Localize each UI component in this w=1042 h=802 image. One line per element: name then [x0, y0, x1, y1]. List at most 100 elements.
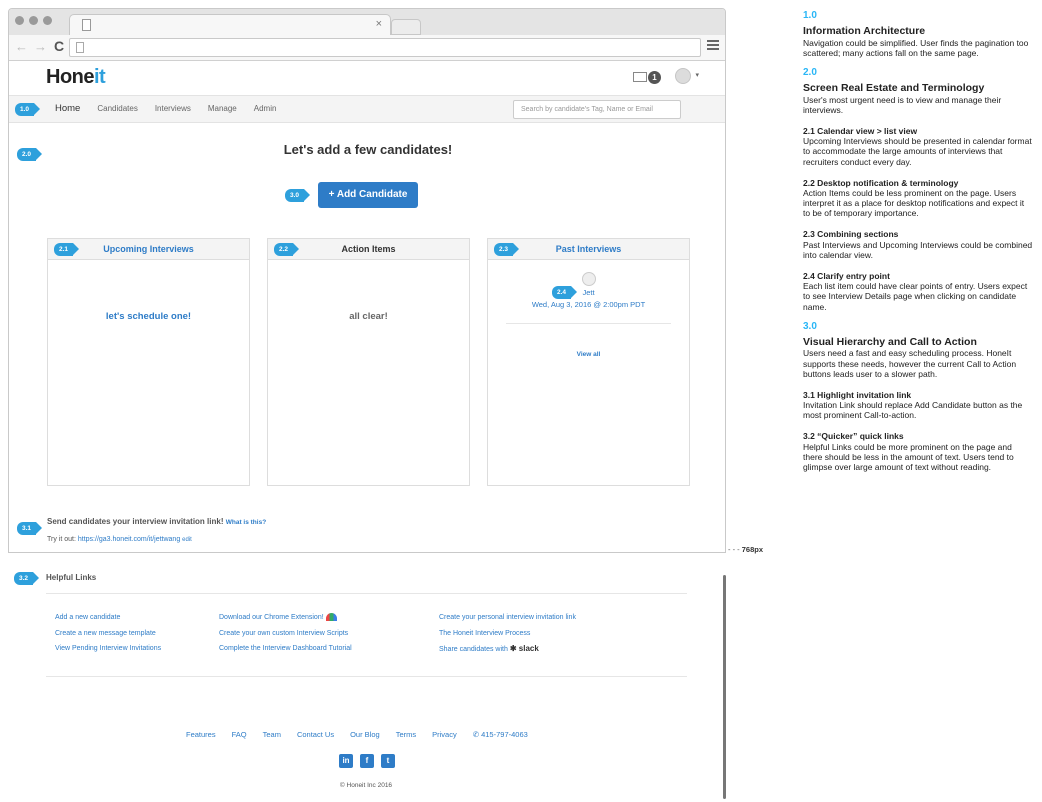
close-tab-icon[interactable]: × — [376, 18, 382, 30]
mail-count-badge: 1 — [648, 71, 661, 84]
helpful-link[interactable]: Create your personal interview invitatio… — [439, 610, 576, 626]
what-is-this-link[interactable]: What is this? — [226, 519, 266, 526]
annotation-badge-2-2: 2.2 — [274, 243, 299, 256]
helpful-link[interactable]: Download our Chrome Extension! — [219, 610, 352, 626]
share-text: Share candidates with — [439, 646, 508, 653]
upcoming-interviews-card: Upcoming Interviews let's schedule one! … — [47, 238, 250, 486]
minimize-window-dot[interactable] — [29, 16, 38, 25]
helpful-links-title: Helpful Links — [46, 573, 97, 582]
helpful-link[interactable]: Create a new message template — [55, 626, 161, 642]
twitter-icon[interactable]: t — [381, 754, 395, 768]
back-icon[interactable]: ← — [15, 39, 28, 54]
schedule-link[interactable]: let's schedule one! — [48, 311, 249, 322]
annotation-badge-2-1: 2.1 — [54, 243, 79, 256]
helpful-link[interactable]: Share candidates with ✱ slack — [439, 641, 576, 658]
edit-link[interactable]: edit — [182, 537, 192, 543]
window-controls — [15, 16, 52, 25]
nav-home[interactable]: Home — [55, 103, 80, 114]
slack-logo: ✱ slack — [509, 644, 539, 653]
linkedin-icon[interactable]: in — [339, 754, 353, 768]
note-body: Each list item could have clear points o… — [803, 281, 1028, 312]
invitation-link-row: Try it out: https://ga3.honeit.com/it/je… — [47, 536, 192, 543]
note-body: Invitation Link should replace Add Candi… — [803, 400, 1023, 421]
address-bar-row: ← → C — [9, 35, 725, 61]
interview-datetime[interactable]: Wed, Aug 3, 2016 @ 2:00pm PDT — [488, 300, 689, 309]
chevron-down-icon[interactable]: ▾ — [695, 71, 699, 79]
note-body: Users need a fast and easy scheduling pr… — [803, 348, 1017, 379]
annotation-badge-3-0: 3.0 — [285, 189, 310, 202]
invitation-link[interactable]: https://ga3.honeit.com/it/jettwang — [78, 536, 180, 543]
fold-marker: - - - 768px — [728, 545, 764, 554]
candidate-name-link[interactable]: Jett — [488, 288, 689, 297]
candidate-avatar[interactable] — [581, 272, 596, 286]
phone-number: 415-797-4063 — [481, 730, 528, 739]
note-number: 1.0 — [803, 10, 817, 21]
close-window-dot[interactable] — [15, 16, 24, 25]
footer-link-features[interactable]: Features — [186, 730, 216, 739]
note-title: Screen Real Estate and Terminology — [803, 81, 985, 94]
tab-bar: × — [9, 9, 725, 36]
helpful-link[interactable]: The Honeit Interview Process — [439, 626, 576, 642]
divider — [46, 676, 687, 677]
fold-label: 768px — [741, 545, 764, 554]
note-body: User's most urgent need is to view and m… — [803, 94, 1002, 115]
note-body: Action Items could be less prominent on … — [803, 187, 1025, 219]
honeit-logo[interactable]: Honeit — [46, 66, 106, 89]
note-subtitle: 2.4 Clarify entry point — [803, 271, 890, 281]
page-icon — [82, 19, 91, 31]
logo-text: Hone — [46, 66, 95, 88]
footer-link-faq[interactable]: FAQ — [232, 730, 247, 739]
try-it-label: Try it out: — [47, 536, 76, 543]
add-candidate-button[interactable]: + Add Candidate — [318, 182, 418, 208]
annotation-badge-3-2: 3.2 — [14, 572, 39, 585]
footer-link-team[interactable]: Team — [263, 730, 281, 739]
note-subtitle: 2.1 Calendar view > list view — [803, 125, 918, 136]
invitation-prompt: Send candidates your interview invitatio… — [47, 517, 266, 526]
helpful-link[interactable]: Complete the Interview Dashboard Tutoria… — [219, 641, 352, 657]
zoom-window-dot[interactable] — [43, 16, 52, 25]
footer-link-terms[interactable]: Terms — [396, 730, 416, 739]
note-body: Past Interviews and Upcoming Interviews … — [803, 239, 1033, 260]
browser-window: × ← → C Honeit 1 ▾ 1.0 Home Candidates I… — [8, 8, 726, 553]
footer-link-privacy[interactable]: Privacy — [432, 730, 457, 739]
past-interviews-card: Past Interviews 2.3 2.4 Jett Wed, Aug 3,… — [487, 238, 690, 486]
divider — [46, 593, 687, 594]
annotation-badge-2-3: 2.3 — [494, 243, 519, 256]
annotation-badge-1-0: 1.0 — [15, 103, 40, 116]
note-body: Navigation could be simplified. User fin… — [803, 37, 1029, 58]
helpful-link[interactable]: Add a new candidate — [55, 610, 161, 626]
reload-icon[interactable]: C — [54, 38, 64, 54]
browser-tab[interactable]: × — [69, 14, 391, 36]
user-avatar[interactable] — [675, 68, 691, 84]
footer-phone[interactable]: ✆ 415-797-4063 — [473, 730, 528, 739]
annotation-notes: 1.0 Information Architecture Navigation … — [803, 10, 1033, 472]
phone-icon: ✆ — [472, 730, 479, 739]
all-clear-text: all clear! — [349, 311, 388, 322]
nav-admin[interactable]: Admin — [254, 104, 277, 114]
facebook-icon[interactable]: f — [360, 754, 374, 768]
chrome-icon — [325, 613, 337, 622]
hamburger-menu-icon[interactable] — [707, 40, 719, 52]
url-input[interactable] — [69, 38, 701, 57]
nav-manage[interactable]: Manage — [208, 104, 237, 114]
new-tab-button[interactable] — [391, 19, 421, 35]
note-subtitle: 2.3 Combining sections — [803, 229, 899, 240]
forward-icon[interactable]: → — [34, 39, 47, 54]
note-number: 2.0 — [803, 66, 817, 78]
mail-icon[interactable] — [633, 72, 647, 82]
helpful-links-col-1: Add a new candidate Create a new message… — [55, 610, 161, 657]
footer-links: Features FAQ Team Contact Us Our Blog Te… — [186, 730, 528, 739]
search-input[interactable]: Search by candidate's Tag, Name or Email — [513, 100, 681, 119]
helpful-link[interactable]: View Pending Interview Invitations — [55, 641, 161, 657]
view-all-link[interactable]: View all — [488, 351, 689, 358]
invitation-text: Send candidates your interview invitatio… — [47, 517, 224, 526]
nav-candidates[interactable]: Candidates — [97, 104, 137, 114]
footer-link-contact[interactable]: Contact Us — [297, 730, 334, 739]
divider — [506, 323, 671, 324]
helpful-link[interactable]: Create your own custom Interview Scripts — [219, 626, 352, 642]
note-title: Visual Hierarchy and Call to Action — [803, 335, 977, 348]
page-icon — [76, 42, 84, 53]
footer-link-blog[interactable]: Our Blog — [350, 730, 380, 739]
nav-interviews[interactable]: Interviews — [155, 104, 191, 114]
scrollbar[interactable] — [723, 575, 726, 799]
